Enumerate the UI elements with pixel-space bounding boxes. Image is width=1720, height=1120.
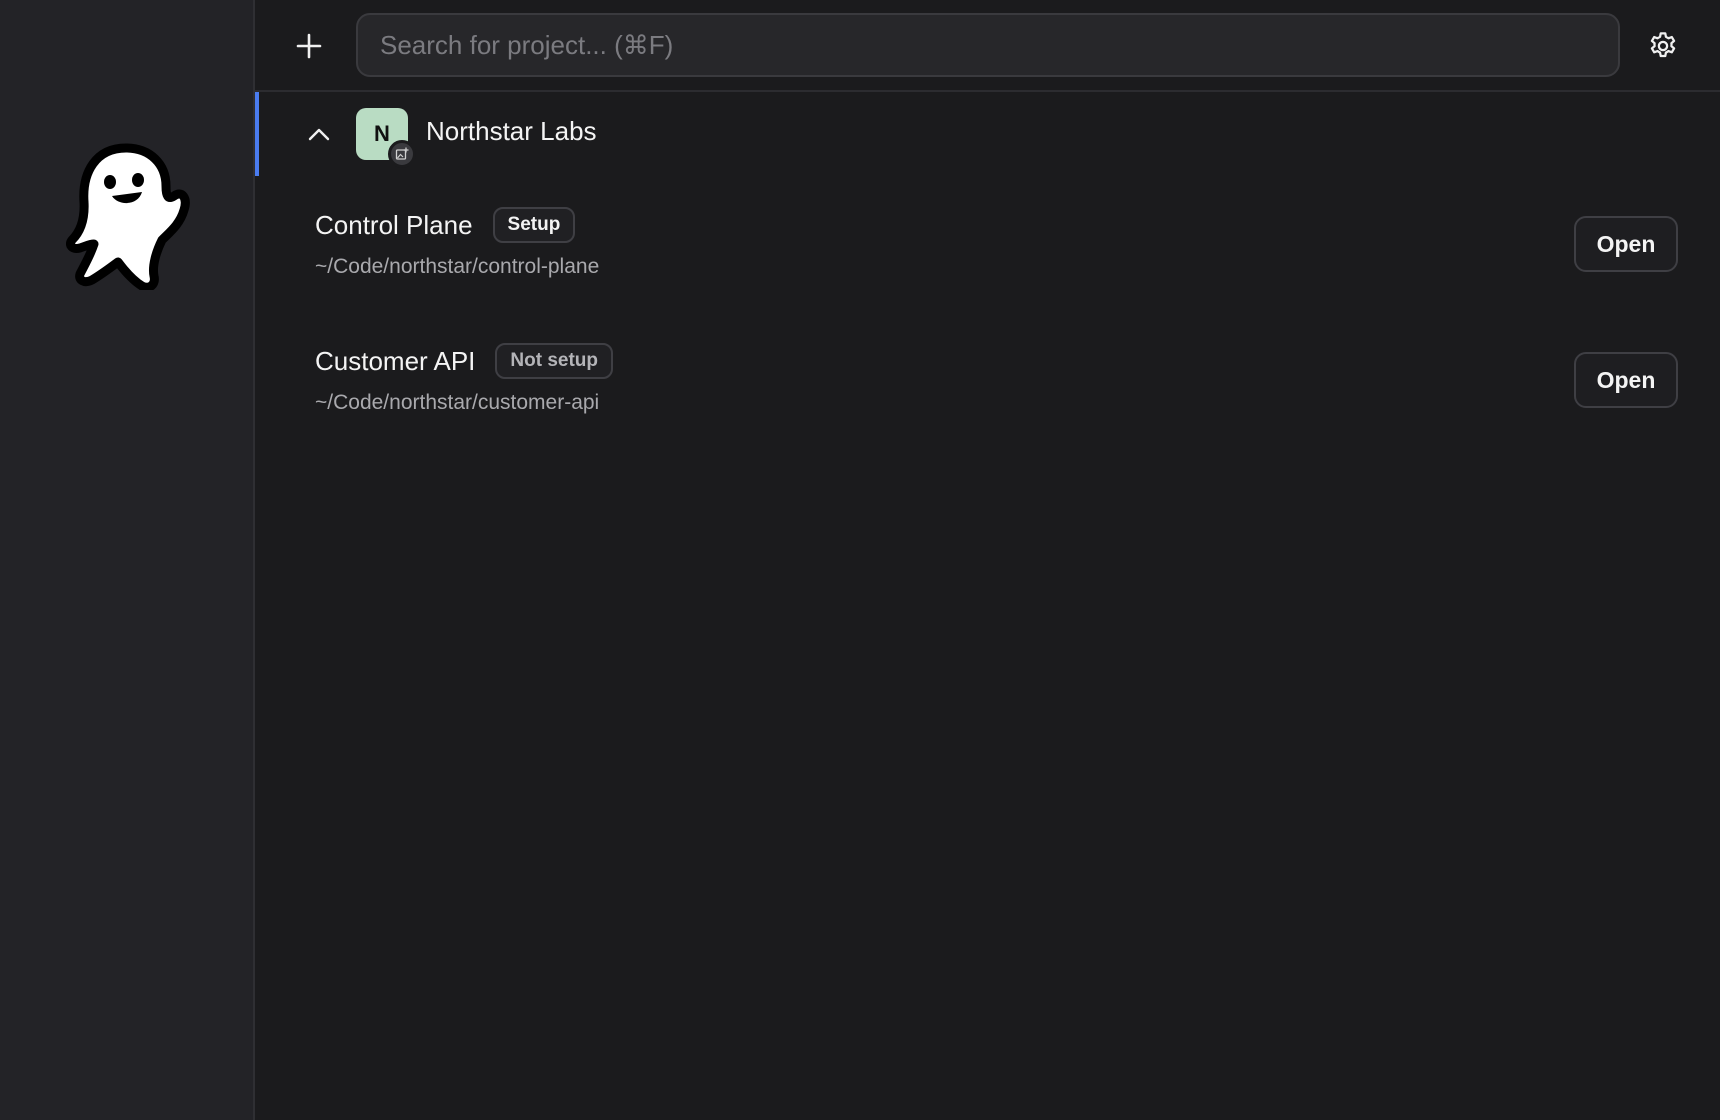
group-name: Northstar Labs — [426, 116, 597, 146]
project-name: Control Plane — [315, 209, 473, 240]
add-project-button[interactable] — [287, 24, 331, 68]
group-selection-indicator — [255, 92, 259, 176]
plus-icon — [296, 33, 322, 59]
open-project-button[interactable]: Open — [1574, 216, 1678, 272]
collapse-group-button[interactable] — [299, 114, 339, 154]
search-box — [356, 13, 1620, 77]
main-panel: N Northstar Labs Control Plane Setup ~/C… — [255, 0, 1720, 1120]
status-badge: Not setup — [495, 343, 614, 379]
project-title-line: Control Plane Setup — [315, 207, 576, 243]
project-row: Customer API Not setup ~/Code/northstar/… — [255, 331, 1720, 441]
status-badge: Setup — [492, 207, 576, 243]
gear-icon — [1650, 32, 1676, 58]
app-window: N Northstar Labs Control Plane Setup ~/C… — [0, 0, 1720, 1120]
project-name: Customer API — [315, 345, 476, 376]
edit-avatar-button[interactable] — [388, 140, 416, 168]
chevron-up-icon — [308, 128, 330, 141]
sidebar — [0, 0, 255, 1120]
project-title-line: Customer API Not setup — [315, 343, 614, 379]
group-avatar-letter: N — [374, 121, 390, 146]
group-avatar[interactable]: N — [356, 108, 416, 168]
top-bar — [255, 0, 1720, 92]
project-row: Control Plane Setup ~/Code/northstar/con… — [255, 195, 1720, 305]
settings-button[interactable] — [1641, 24, 1685, 68]
edit-image-icon — [395, 147, 409, 160]
search-input[interactable] — [358, 15, 1618, 75]
project-path: ~/Code/northstar/customer-api — [315, 391, 600, 414]
ghost-icon — [66, 143, 190, 290]
project-path: ~/Code/northstar/control-plane — [315, 255, 600, 278]
open-project-button[interactable]: Open — [1574, 352, 1678, 408]
project-group-header: N Northstar Labs — [255, 92, 1720, 176]
